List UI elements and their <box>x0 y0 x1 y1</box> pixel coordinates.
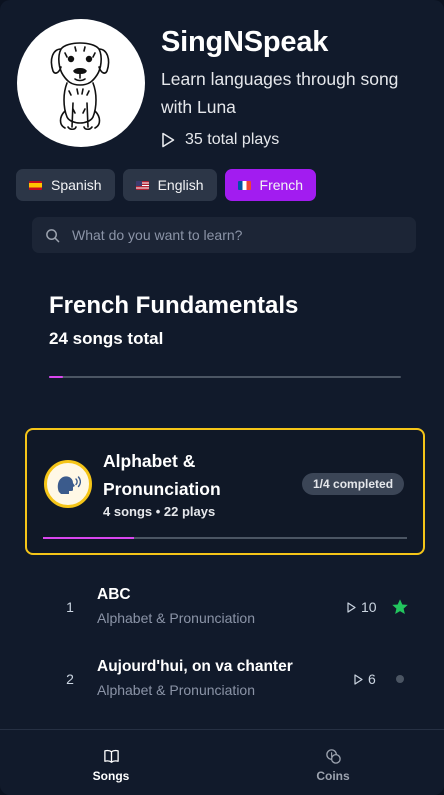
search-icon <box>46 228 60 242</box>
nav-coins[interactable]: Coins <box>222 730 444 795</box>
tab-label: French <box>259 177 304 193</box>
app-subtitle: Learn languages through song with Luna <box>161 69 399 117</box>
dog-mascot-icon <box>50 42 110 131</box>
song-title: Aujourd'hui, on va chanter <box>97 658 293 675</box>
book-icon <box>103 749 119 763</box>
play-icon <box>354 673 363 685</box>
search-bar <box>32 217 416 253</box>
song-row[interactable]: 1 ABC Alphabet & Pronunciation 10 <box>25 579 425 635</box>
song-title: ABC <box>97 586 131 603</box>
tab-label: Spanish <box>51 177 102 193</box>
tab-spanish[interactable]: Spanish <box>16 169 115 201</box>
france-flag-icon <box>237 180 251 190</box>
coins-icon <box>325 749 341 764</box>
speaking-head-icon <box>57 476 81 494</box>
course-song-count: 24 songs total <box>49 329 164 348</box>
song-unit: Alphabet & Pronunciation <box>97 610 255 626</box>
unit-title: Alphabet & Pronunciation <box>103 451 221 499</box>
avatar <box>17 19 145 147</box>
play-icon <box>347 601 356 613</box>
unit-meta: 4 songs • 22 plays <box>103 504 216 519</box>
unit-progress-fill <box>43 537 134 539</box>
song-plays: 10 <box>347 579 377 635</box>
course-progress-fill <box>49 376 64 378</box>
song-number: 1 <box>66 599 74 615</box>
search-input[interactable] <box>72 227 392 243</box>
song-row[interactable]: 2 Aujourd'hui, on va chanter Alphabet & … <box>25 651 425 707</box>
nav-label: Coins <box>316 769 350 783</box>
tab-english[interactable]: English <box>122 169 217 201</box>
song-number: 2 <box>66 671 74 687</box>
song-play-count: 6 <box>368 671 376 687</box>
play-icon <box>162 132 175 148</box>
course-progress-bar <box>49 376 401 378</box>
song-plays: 6 <box>354 651 376 707</box>
song-unit: Alphabet & Pronunciation <box>97 682 255 698</box>
unit-progress-bar <box>43 537 407 539</box>
app-title: SingNSpeak <box>161 26 329 58</box>
total-plays: 35 total plays <box>161 131 279 149</box>
star-icon <box>392 599 408 615</box>
unit-icon-badge <box>44 460 92 508</box>
app-screen: SingNSpeak Learn languages through song … <box>0 0 444 795</box>
us-flag-icon <box>135 180 149 190</box>
tab-label: English <box>157 177 204 193</box>
completion-badge: 1/4 completed <box>302 473 405 495</box>
spain-flag-icon <box>29 180 42 190</box>
unit-card[interactable]: Alphabet & Pronunciation 4 songs • 22 pl… <box>25 428 425 555</box>
course-title: French Fundamentals <box>49 292 299 319</box>
status-dot <box>396 675 404 683</box>
total-plays-label: 35 total plays <box>185 131 280 148</box>
language-tabs: Spanish English French <box>16 169 317 201</box>
bottom-nav: Songs Coins <box>0 729 444 795</box>
tab-french[interactable]: French <box>224 169 317 201</box>
nav-songs[interactable]: Songs <box>0 730 222 795</box>
song-play-count: 10 <box>361 599 377 615</box>
nav-label: Songs <box>92 769 130 783</box>
